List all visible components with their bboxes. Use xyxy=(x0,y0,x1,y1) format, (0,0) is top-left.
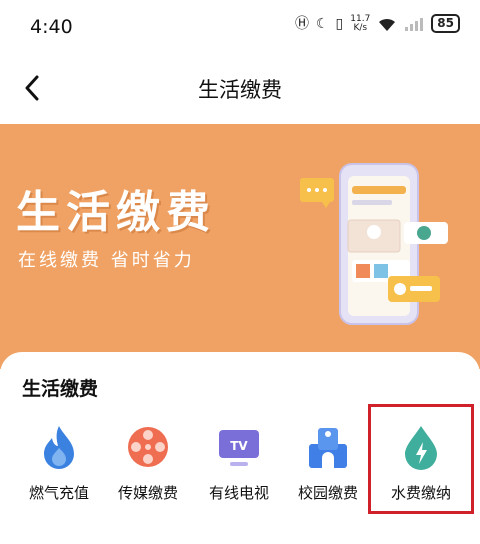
service-gas-recharge[interactable]: 燃气充值 xyxy=(13,424,105,516)
phone-illustration xyxy=(300,163,448,325)
battery-indicator: 85 xyxy=(431,14,460,33)
selection-highlight xyxy=(368,404,474,514)
service-label: 传媒缴费 xyxy=(117,484,178,502)
status-time: 4:40 xyxy=(30,16,73,38)
school-building-icon xyxy=(305,424,351,470)
service-media-payment[interactable]: 传媒缴费 xyxy=(102,424,194,516)
page-title: 生活缴费 xyxy=(198,78,282,102)
hd-call-icon: Ⓗ xyxy=(294,15,309,32)
section-title: 生活缴费 xyxy=(22,378,99,400)
banner-subtitle: 在线缴费 省时省力 xyxy=(18,250,195,271)
banner-title: 生活缴费 xyxy=(16,187,216,238)
service-label: 校园缴费 xyxy=(297,484,358,502)
services-card: 生活缴费 燃气充值 传媒缴费 TV 有线电视 校园缴费 水费缴纳 xyxy=(0,352,480,544)
vibrate-icon: ▯ xyxy=(335,15,344,32)
moon-icon: ☾ xyxy=(315,15,329,32)
flame-icon xyxy=(36,424,82,470)
service-label: 有线电视 xyxy=(208,484,269,502)
signal-icon xyxy=(405,17,424,31)
service-cable-tv[interactable]: TV 有线电视 xyxy=(193,424,285,516)
status-bar: 4:40 Ⓗ ☾ ▯ 11.7 K/s 85 xyxy=(0,0,480,52)
tv-icon: TV xyxy=(216,424,262,470)
service-campus-payment[interactable]: 校园缴费 xyxy=(282,424,374,516)
status-icons: Ⓗ ☾ ▯ 11.7 K/s 85 xyxy=(295,14,460,33)
service-label: 燃气充值 xyxy=(28,484,89,502)
film-reel-icon xyxy=(125,424,171,470)
svg-text:TV: TV xyxy=(230,439,248,453)
nav-bar: 生活缴费 xyxy=(0,52,480,124)
promo-banner: 生活缴费 在线缴费 省时省力 xyxy=(0,124,480,369)
network-speed: 11.7 K/s xyxy=(350,13,371,33)
wifi-icon xyxy=(379,18,396,31)
